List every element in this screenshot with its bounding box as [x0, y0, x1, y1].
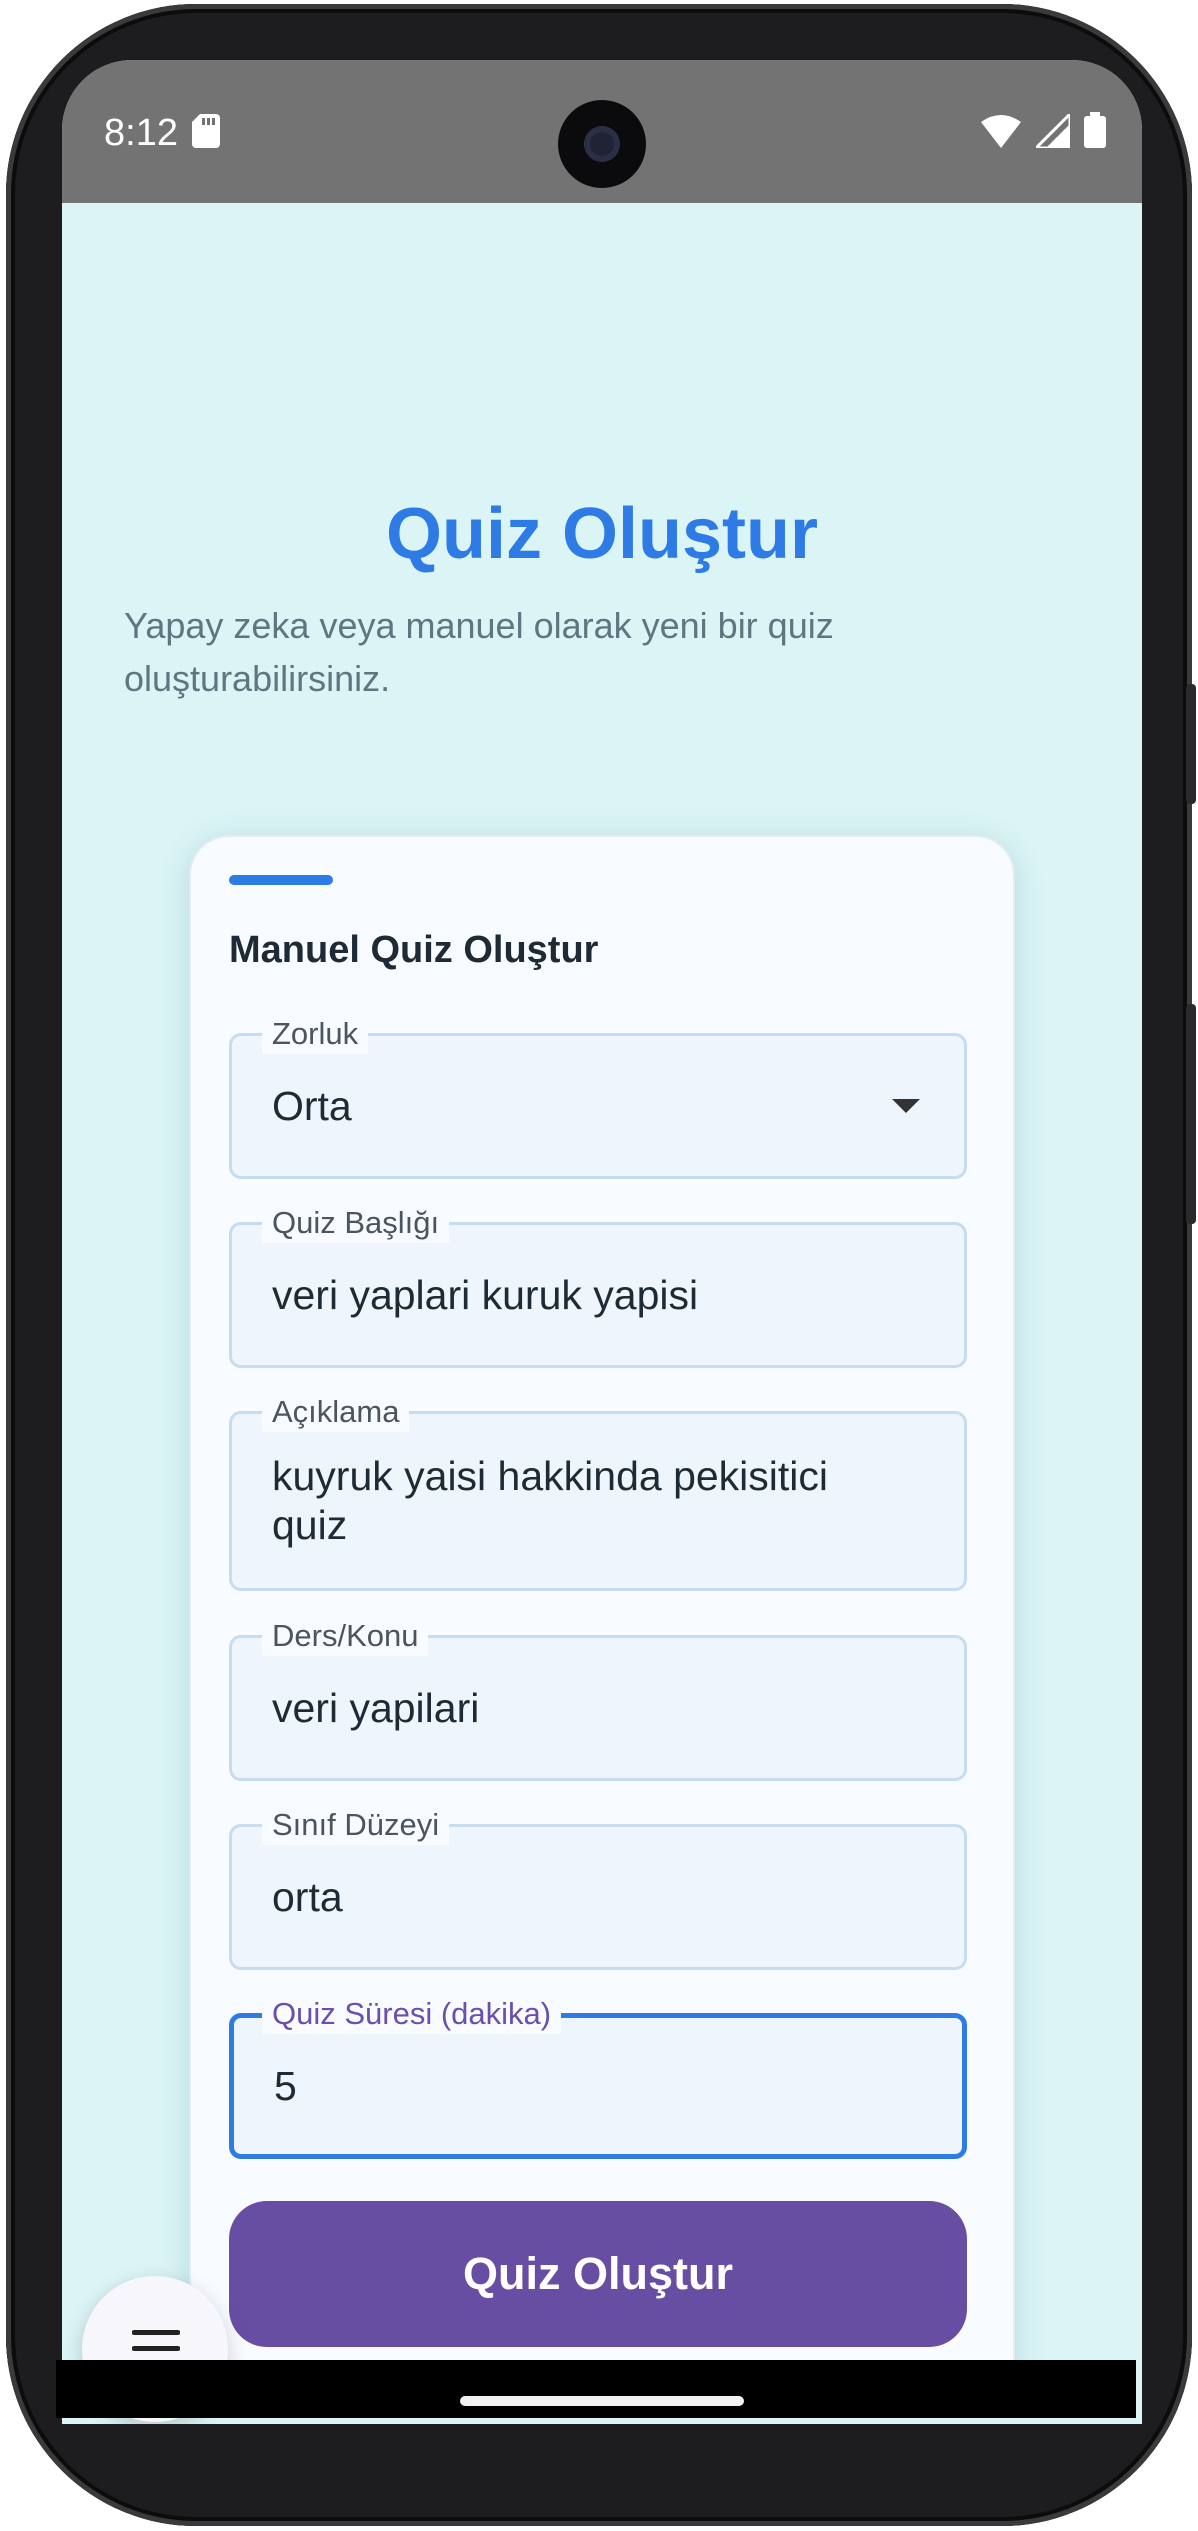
quiz-title-field[interactable]: Quiz Başlığı veri yaplari kuruk yapisi — [229, 1203, 967, 1368]
card-accent-bar — [229, 875, 333, 885]
quiz-title-value: veri yaplari kuruk yapisi — [272, 1272, 699, 1318]
status-time: 8:12 — [104, 112, 178, 154]
power-button — [1186, 684, 1196, 804]
page-subtitle: Yapay zeka veya manuel olarak yeni bir q… — [124, 605, 834, 699]
grade-level-label: Sınıf Düzeyi — [262, 1805, 450, 1845]
sd-card-icon — [192, 114, 220, 148]
wifi-icon — [981, 115, 1022, 148]
front-camera — [558, 100, 646, 188]
grade-level-value: orta — [272, 1874, 343, 1920]
duration-label: Quiz Süresi (dakika) — [262, 1994, 562, 2034]
subject-value: veri yapilari — [272, 1685, 480, 1731]
volume-button — [1186, 1004, 1196, 1224]
battery-icon — [1084, 112, 1106, 148]
status-icons — [971, 110, 1106, 152]
difficulty-value: Orta — [272, 1083, 352, 1129]
dropdown-arrow-icon — [892, 1099, 920, 1113]
status-bar: 8:12 — [62, 60, 1142, 203]
screen: 8:12 Quiz Oluştur Yapay zeka veya manuel… — [62, 60, 1142, 2424]
quiz-title-label: Quiz Başlığı — [262, 1203, 450, 1243]
hamburger-icon-line-2 — [132, 2346, 180, 2351]
description-label: Açıklama — [262, 1392, 410, 1432]
signal-icon — [1031, 110, 1072, 150]
manual-quiz-card: Manuel Quiz Oluştur Zorluk Orta Quiz Baş… — [189, 835, 1015, 2416]
grade-level-field[interactable]: Sınıf Düzeyi orta — [229, 1805, 967, 1970]
description-field[interactable]: Açıklama kuyruk yaisi hakkinda pekisitic… — [229, 1392, 967, 1591]
create-quiz-button[interactable]: Quiz Oluştur — [229, 2201, 967, 2347]
navigation-bar — [56, 2360, 1136, 2418]
home-indicator[interactable] — [460, 2396, 744, 2406]
description-value: kuyruk yaisi hakkinda pekisitici quiz — [272, 1453, 829, 1548]
subject-field[interactable]: Ders/Konu veri yapilari — [229, 1616, 967, 1781]
duration-value: 5 — [274, 2063, 297, 2109]
card-title: Manuel Quiz Oluştur — [229, 929, 599, 971]
duration-field[interactable]: Quiz Süresi (dakika) 5 — [229, 1994, 967, 2159]
difficulty-select[interactable]: Zorluk Orta — [229, 1014, 967, 1179]
hamburger-icon-line-1 — [132, 2330, 180, 2335]
content-area: Quiz Oluştur Yapay zeka veya manuel olar… — [62, 203, 1142, 2416]
difficulty-label: Zorluk — [262, 1014, 369, 1054]
phone-frame: 8:12 Quiz Oluştur Yapay zeka veya manuel… — [6, 4, 1196, 2526]
subject-label: Ders/Konu — [262, 1616, 429, 1656]
page-title: Quiz Oluştur — [386, 494, 818, 574]
